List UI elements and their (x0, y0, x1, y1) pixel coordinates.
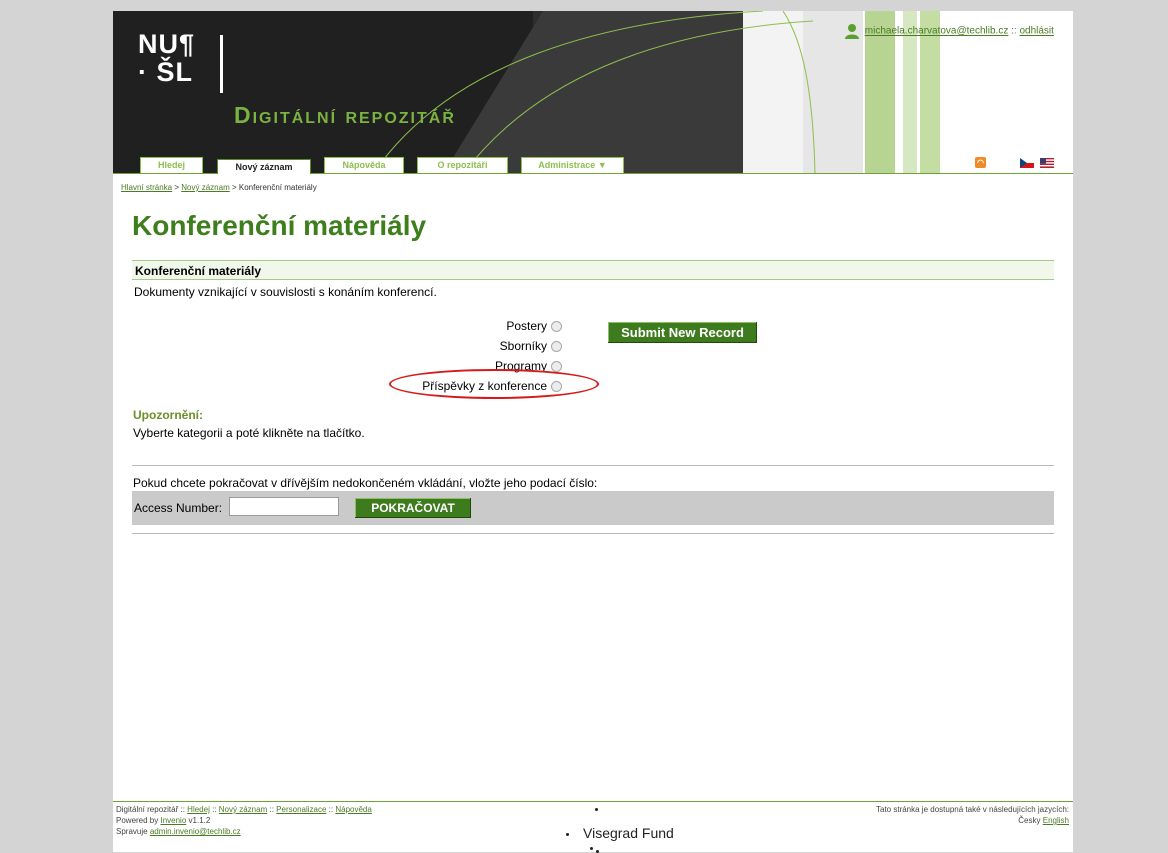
category-option-sborniky[interactable]: Sborníky (373, 339, 562, 359)
category-option-postery[interactable]: Postery (373, 319, 562, 339)
breadcrumb: Hlavní stránka > Nový záznam > Konferenč… (121, 183, 317, 192)
section-header: Konferenční materiály (132, 260, 1054, 280)
continue-button[interactable]: POKRAČOVAT (355, 498, 471, 518)
access-number-input[interactable] (229, 497, 339, 516)
radio-button[interactable] (551, 341, 562, 353)
powered-by-label: Powered by (116, 816, 159, 825)
divider (132, 465, 1054, 466)
logo-dot (595, 808, 598, 811)
tab-hledej[interactable]: Hledej (140, 157, 203, 174)
main-tabs: Hledej Nový záznam Nápověda O repozitáři… (113, 157, 1073, 174)
header-banner: NU¶ · ŠL Digitální repozitář michaela.ch… (113, 11, 1073, 174)
footer-separator: :: (269, 805, 274, 814)
admin-label: Spravuje (116, 827, 148, 836)
invenio-link[interactable]: Invenio (160, 816, 186, 825)
flag-cz-icon[interactable] (1020, 158, 1034, 168)
breadcrumb-separator: > (231, 183, 237, 192)
footer-separator: :: (328, 805, 334, 814)
notice-label: Upozornění: (133, 408, 203, 422)
user-email-link[interactable]: michaela.charvatova@techlib.cz (865, 26, 1009, 37)
language-note: Tato stránka je dostupná také v následuj… (876, 805, 1069, 814)
version-text: v1.1.2 (188, 816, 211, 825)
category-label: Sborníky (499, 339, 547, 353)
category-label: Postery (506, 319, 547, 333)
footer-separator: :: (180, 805, 185, 814)
logo-divider (220, 35, 223, 93)
language-current: Česky (1018, 816, 1041, 825)
breadcrumb-home[interactable]: Hlavní stránka (121, 183, 172, 192)
submit-new-record-button[interactable]: Submit New Record (608, 322, 757, 343)
footer-divider (113, 801, 1073, 802)
logo-text-bottom: · ŠL (138, 57, 193, 87)
highlight-annotation (389, 369, 599, 399)
page-title: Konferenční materiály (132, 210, 427, 241)
footer-link-personalizace[interactable]: Personalizace (276, 805, 326, 814)
section-description: Dokumenty vznikající v souvislosti s kon… (134, 285, 437, 299)
flag-us-icon[interactable] (1040, 158, 1054, 168)
repository-title: Digitální repozitář (234, 102, 456, 128)
footer-links: Digitální repozitář :: Hledej :: Nový zá… (116, 804, 372, 837)
footer-link-hledej[interactable]: Hledej (187, 805, 210, 814)
footer-link-napoveda[interactable]: Nápověda (335, 805, 371, 814)
tab-administrace[interactable]: Administrace ▼ (521, 157, 624, 174)
notice-text: Vyberte kategorii a poté klikněte na tla… (133, 426, 365, 440)
user-icon (844, 23, 860, 39)
logo-dot (566, 833, 569, 836)
breadcrumb-separator: > (174, 183, 180, 192)
language-english-link[interactable]: English (1043, 816, 1069, 825)
divider (132, 533, 1054, 534)
footer-separator: :: (212, 805, 217, 814)
page: NU¶ · ŠL Digitální repozitář michaela.ch… (113, 11, 1073, 853)
tab-napoveda[interactable]: Nápověda (324, 157, 404, 174)
admin-email-link[interactable]: admin.invenio@techlib.cz (150, 827, 241, 836)
access-number-label: Access Number: (134, 501, 223, 515)
footer-languages: Tato stránka je dostupná také v následuj… (876, 804, 1069, 826)
logout-link[interactable]: odhlásit (1019, 26, 1053, 37)
access-number-row: Access Number: POKRAČOVAT (132, 491, 1054, 525)
logo-dot (590, 847, 593, 850)
tab-o-repozitari[interactable]: O repozitáři (417, 157, 508, 174)
radio-button[interactable] (551, 321, 562, 333)
footer-link-novy-zaznam[interactable]: Nový záznam (219, 805, 267, 814)
user-area: michaela.charvatova@techlib.cz :: odhlás… (844, 23, 1054, 39)
visegrad-fund-logo: Visegrad Fund (560, 804, 700, 853)
footer-site-name: Digitální repozitář (116, 805, 179, 814)
continue-instructions: Pokud chcete pokračovat v dřívějším nedo… (133, 476, 598, 490)
breadcrumb-current: Konferenční materiály (238, 183, 317, 192)
user-separator: :: (1011, 25, 1017, 37)
logo-text-top: NU¶ (138, 29, 196, 59)
visegrad-fund-text: Visegrad Fund (583, 825, 674, 841)
rss-icon[interactable]: ◠ (975, 157, 986, 168)
tab-novy-zaznam[interactable]: Nový záznam (217, 159, 311, 174)
breadcrumb-new-record[interactable]: Nový záznam (181, 183, 229, 192)
